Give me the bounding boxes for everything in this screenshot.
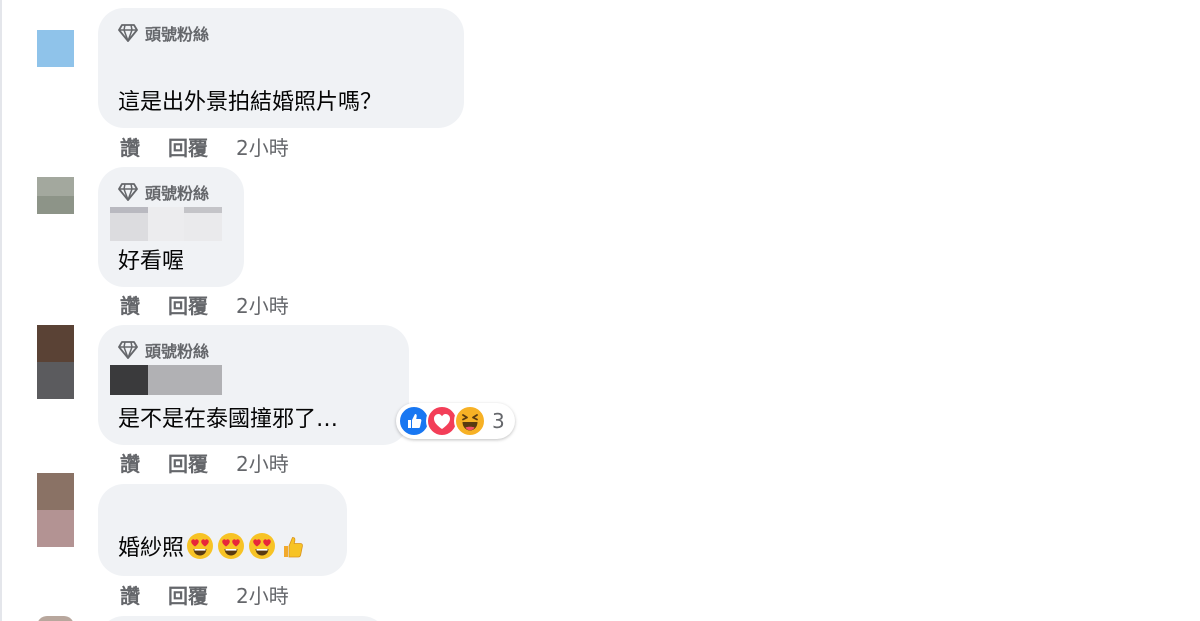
comment-text: 這是出外景拍結婚照片嗎？ <box>118 90 383 115</box>
diamond-icon <box>118 24 138 42</box>
timestamp[interactable]: 2小時 <box>236 580 289 609</box>
haha-icon <box>454 405 486 437</box>
comment-text: 好看喔 <box>118 249 185 274</box>
thumbs-up-icon <box>284 537 303 558</box>
badge-label: 頭號粉絲 <box>145 184 210 203</box>
comments-panel: 頭號粉絲 這是出外景拍結婚照片嗎？ 讚 回覆 2小時 頭號粉絲 好看喔 讚 回覆… <box>0 0 1200 621</box>
top-fan-badge: 頭號粉絲 <box>118 339 209 361</box>
avatar[interactable] <box>37 616 74 621</box>
like-button[interactable]: 讚 <box>120 580 140 609</box>
comment-actions: 讚 回覆 2小時 <box>120 132 289 160</box>
timestamp[interactable]: 2小時 <box>236 448 289 477</box>
like-button[interactable]: 讚 <box>120 448 140 477</box>
reply-button[interactable]: 回覆 <box>168 580 208 609</box>
avatar[interactable] <box>37 325 74 399</box>
author-name-redacted[interactable] <box>110 52 250 78</box>
top-fan-badge: 頭號粉絲 <box>118 22 209 44</box>
badge-label: 頭號粉絲 <box>145 342 210 361</box>
timestamp[interactable]: 2小時 <box>236 132 289 161</box>
avatar[interactable] <box>37 473 74 547</box>
diamond-icon <box>118 183 138 201</box>
comment-text-body: 婚紗照 <box>118 536 185 561</box>
panel-border <box>0 0 2 621</box>
badge-label: 頭號粉絲 <box>145 25 210 44</box>
comment-bubble <box>98 616 388 621</box>
comment-text: 婚紗照 <box>118 526 308 566</box>
author-name-redacted[interactable] <box>110 494 230 520</box>
reply-button[interactable]: 回覆 <box>168 132 208 161</box>
reply-button[interactable]: 回覆 <box>168 290 208 319</box>
comment-actions: 讚 回覆 2小時 <box>120 448 289 476</box>
comment-bubble: 頭號粉絲 這是出外景拍結婚照片嗎？ <box>98 8 464 128</box>
reply-button[interactable]: 回覆 <box>168 448 208 477</box>
author-name-redacted[interactable] <box>110 365 222 395</box>
heart-eyes-icon <box>187 533 214 559</box>
heart-eyes-icon <box>249 533 276 559</box>
like-button[interactable]: 讚 <box>120 290 140 319</box>
like-button[interactable]: 讚 <box>120 132 140 161</box>
timestamp[interactable]: 2小時 <box>236 290 289 319</box>
reaction-summary[interactable]: 3 <box>396 403 515 439</box>
reaction-count: 3 <box>492 409 505 433</box>
comment-bubble: 頭號粉絲 好看喔 <box>98 167 244 287</box>
comment-actions: 讚 回覆 2小時 <box>120 290 289 318</box>
comment-bubble: 婚紗照 <box>98 484 347 576</box>
comment-bubble: 頭號粉絲 是不是在泰國撞邪了… <box>98 325 409 445</box>
heart-eyes-icon <box>218 533 245 559</box>
comment-actions: 讚 回覆 2小時 <box>120 580 289 608</box>
diamond-icon <box>118 341 138 359</box>
avatar[interactable] <box>37 177 74 214</box>
author-name-redacted[interactable] <box>110 207 222 241</box>
avatar[interactable] <box>37 30 74 67</box>
comment-text: 是不是在泰國撞邪了… <box>118 407 339 432</box>
top-fan-badge: 頭號粉絲 <box>118 181 209 203</box>
